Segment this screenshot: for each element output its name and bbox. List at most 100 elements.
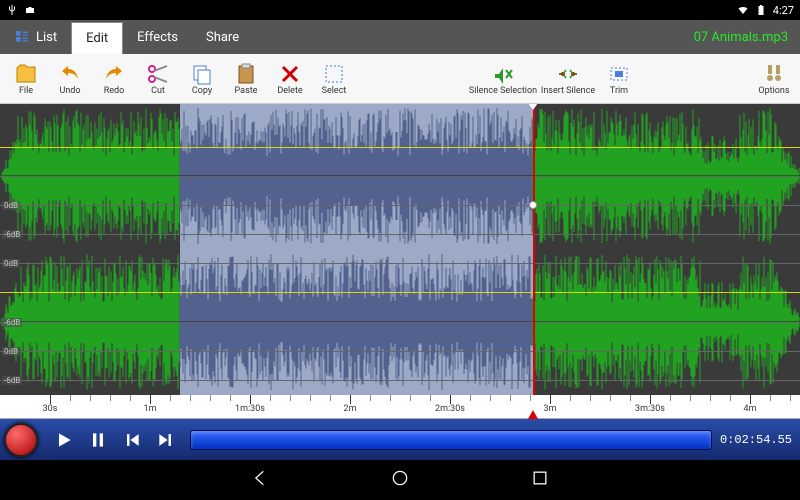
android-nav-bar [0,460,800,500]
db-label: -6dB [2,376,22,385]
back-button[interactable] [250,468,270,492]
psi-icon [6,4,18,16]
trim-button[interactable]: Trim [597,55,641,103]
insert-silence-icon [556,62,580,86]
toolbar-label: File [19,86,33,96]
options-button[interactable]: Options [752,55,796,103]
play-icon [54,430,74,450]
transport-bar: 0:02:54.55 [0,419,800,460]
silence-selection-icon [491,62,515,86]
db-label: -6dB [2,230,22,239]
play-button[interactable] [48,424,80,456]
redo-button[interactable]: Redo [92,55,136,103]
timecode: 0:02:54.55 [720,433,800,447]
home-button[interactable] [390,468,410,492]
tab-edit[interactable]: Edit [71,22,123,54]
ruler-tick-label: 1m [144,404,157,414]
ruler-tick-label: 4m [744,404,757,414]
toolbar-label: Undo [59,86,80,96]
play-controls [48,424,182,456]
recents-button[interactable] [530,468,550,492]
toolbar-label: Options [758,86,789,96]
time-ruler[interactable]: 30s 1m 1m:30s 2m 2m:30s 3m 3m:30s 4m [0,395,800,419]
ruler-tick-label: 2m [344,404,357,414]
file-icon [14,62,38,86]
grid-line [0,263,800,264]
undo-icon [58,62,82,86]
skip-end-button[interactable] [150,424,182,456]
amplitude-guide-line [0,147,800,148]
recents-icon [530,468,550,488]
progress-bar[interactable] [190,430,712,450]
scissors-icon [146,62,170,86]
ruler-playhead-marker[interactable] [528,410,538,419]
back-icon [250,468,270,488]
grid-line [0,351,800,352]
delete-button[interactable]: Delete [268,55,312,103]
paste-icon [234,62,258,86]
clock-text: 4:27 [773,4,794,17]
toolbar-label: Copy [192,86,212,96]
current-filename: 07 Animals.mp3 [682,20,800,54]
file-button[interactable]: File [4,55,48,103]
selection-marker-end-mid[interactable] [529,201,537,209]
select-button[interactable]: Select [312,55,356,103]
battery-icon [755,4,767,16]
waveform-area[interactable]: 0dB -6dB 0dB -6dB 0dB -6dB [0,104,800,395]
android-status-bar: 4:27 [0,0,800,20]
record-button[interactable] [4,423,38,457]
tab-list[interactable]: List [0,20,71,54]
ruler-tick-label: 3m:30s [635,404,665,414]
tab-label: Share [206,30,239,45]
copy-button[interactable]: Copy [180,55,224,103]
toolbar: File Undo Redo Cut Copy Paste Delete Sel… [0,54,800,104]
toolbar-label: Paste [235,86,258,96]
db-label: 0dB [2,347,20,356]
briefcase-icon [24,4,36,16]
wifi-icon [737,4,749,16]
skip-previous-icon [122,430,142,450]
tab-label: Effects [137,30,178,45]
tab-label: Edit [86,31,108,46]
amplitude-guide-line [0,292,800,293]
db-label: 0dB [2,201,20,210]
grid-line [0,176,800,177]
ruler-tick-label: 3m [544,404,557,414]
options-icon [762,62,786,86]
toolbar-label: Redo [104,86,125,96]
grid-line [0,205,800,206]
toolbar-label: Trim [610,86,628,96]
tab-row: List Edit Effects Share 07 Animals.mp3 [0,20,800,54]
grid-line [0,322,800,323]
db-label: 0dB [2,259,20,268]
grid-line [0,234,800,235]
ruler-tick-label: 30s [43,404,58,414]
insert-silence-button[interactable]: Insert Silence [539,55,597,103]
playhead[interactable] [533,104,535,395]
toolbar-label: Silence Selection [469,86,537,96]
pause-icon [88,430,108,450]
skip-start-button[interactable] [116,424,148,456]
trim-icon [607,62,631,86]
selection-marker-end-top[interactable] [528,104,538,110]
select-icon [322,62,346,86]
skip-next-icon [156,430,176,450]
grid-line [0,380,800,381]
pause-button[interactable] [82,424,114,456]
home-icon [390,468,410,488]
tab-effects[interactable]: Effects [123,20,192,54]
cut-button[interactable]: Cut [136,55,180,103]
copy-icon [190,62,214,86]
paste-button[interactable]: Paste [224,55,268,103]
tab-share[interactable]: Share [192,20,253,54]
toolbar-label: Cut [151,86,165,96]
delete-icon [278,62,302,86]
ruler-tick-label: 1m:30s [235,404,265,414]
tab-label: List [36,30,57,45]
toolbar-label: Delete [277,86,302,96]
db-label: -6dB [2,318,22,327]
ruler-tick-label: 2m:30s [435,404,465,414]
silence-selection-button[interactable]: Silence Selection [467,55,539,103]
undo-button[interactable]: Undo [48,55,92,103]
toolbar-label: Select [322,86,347,96]
